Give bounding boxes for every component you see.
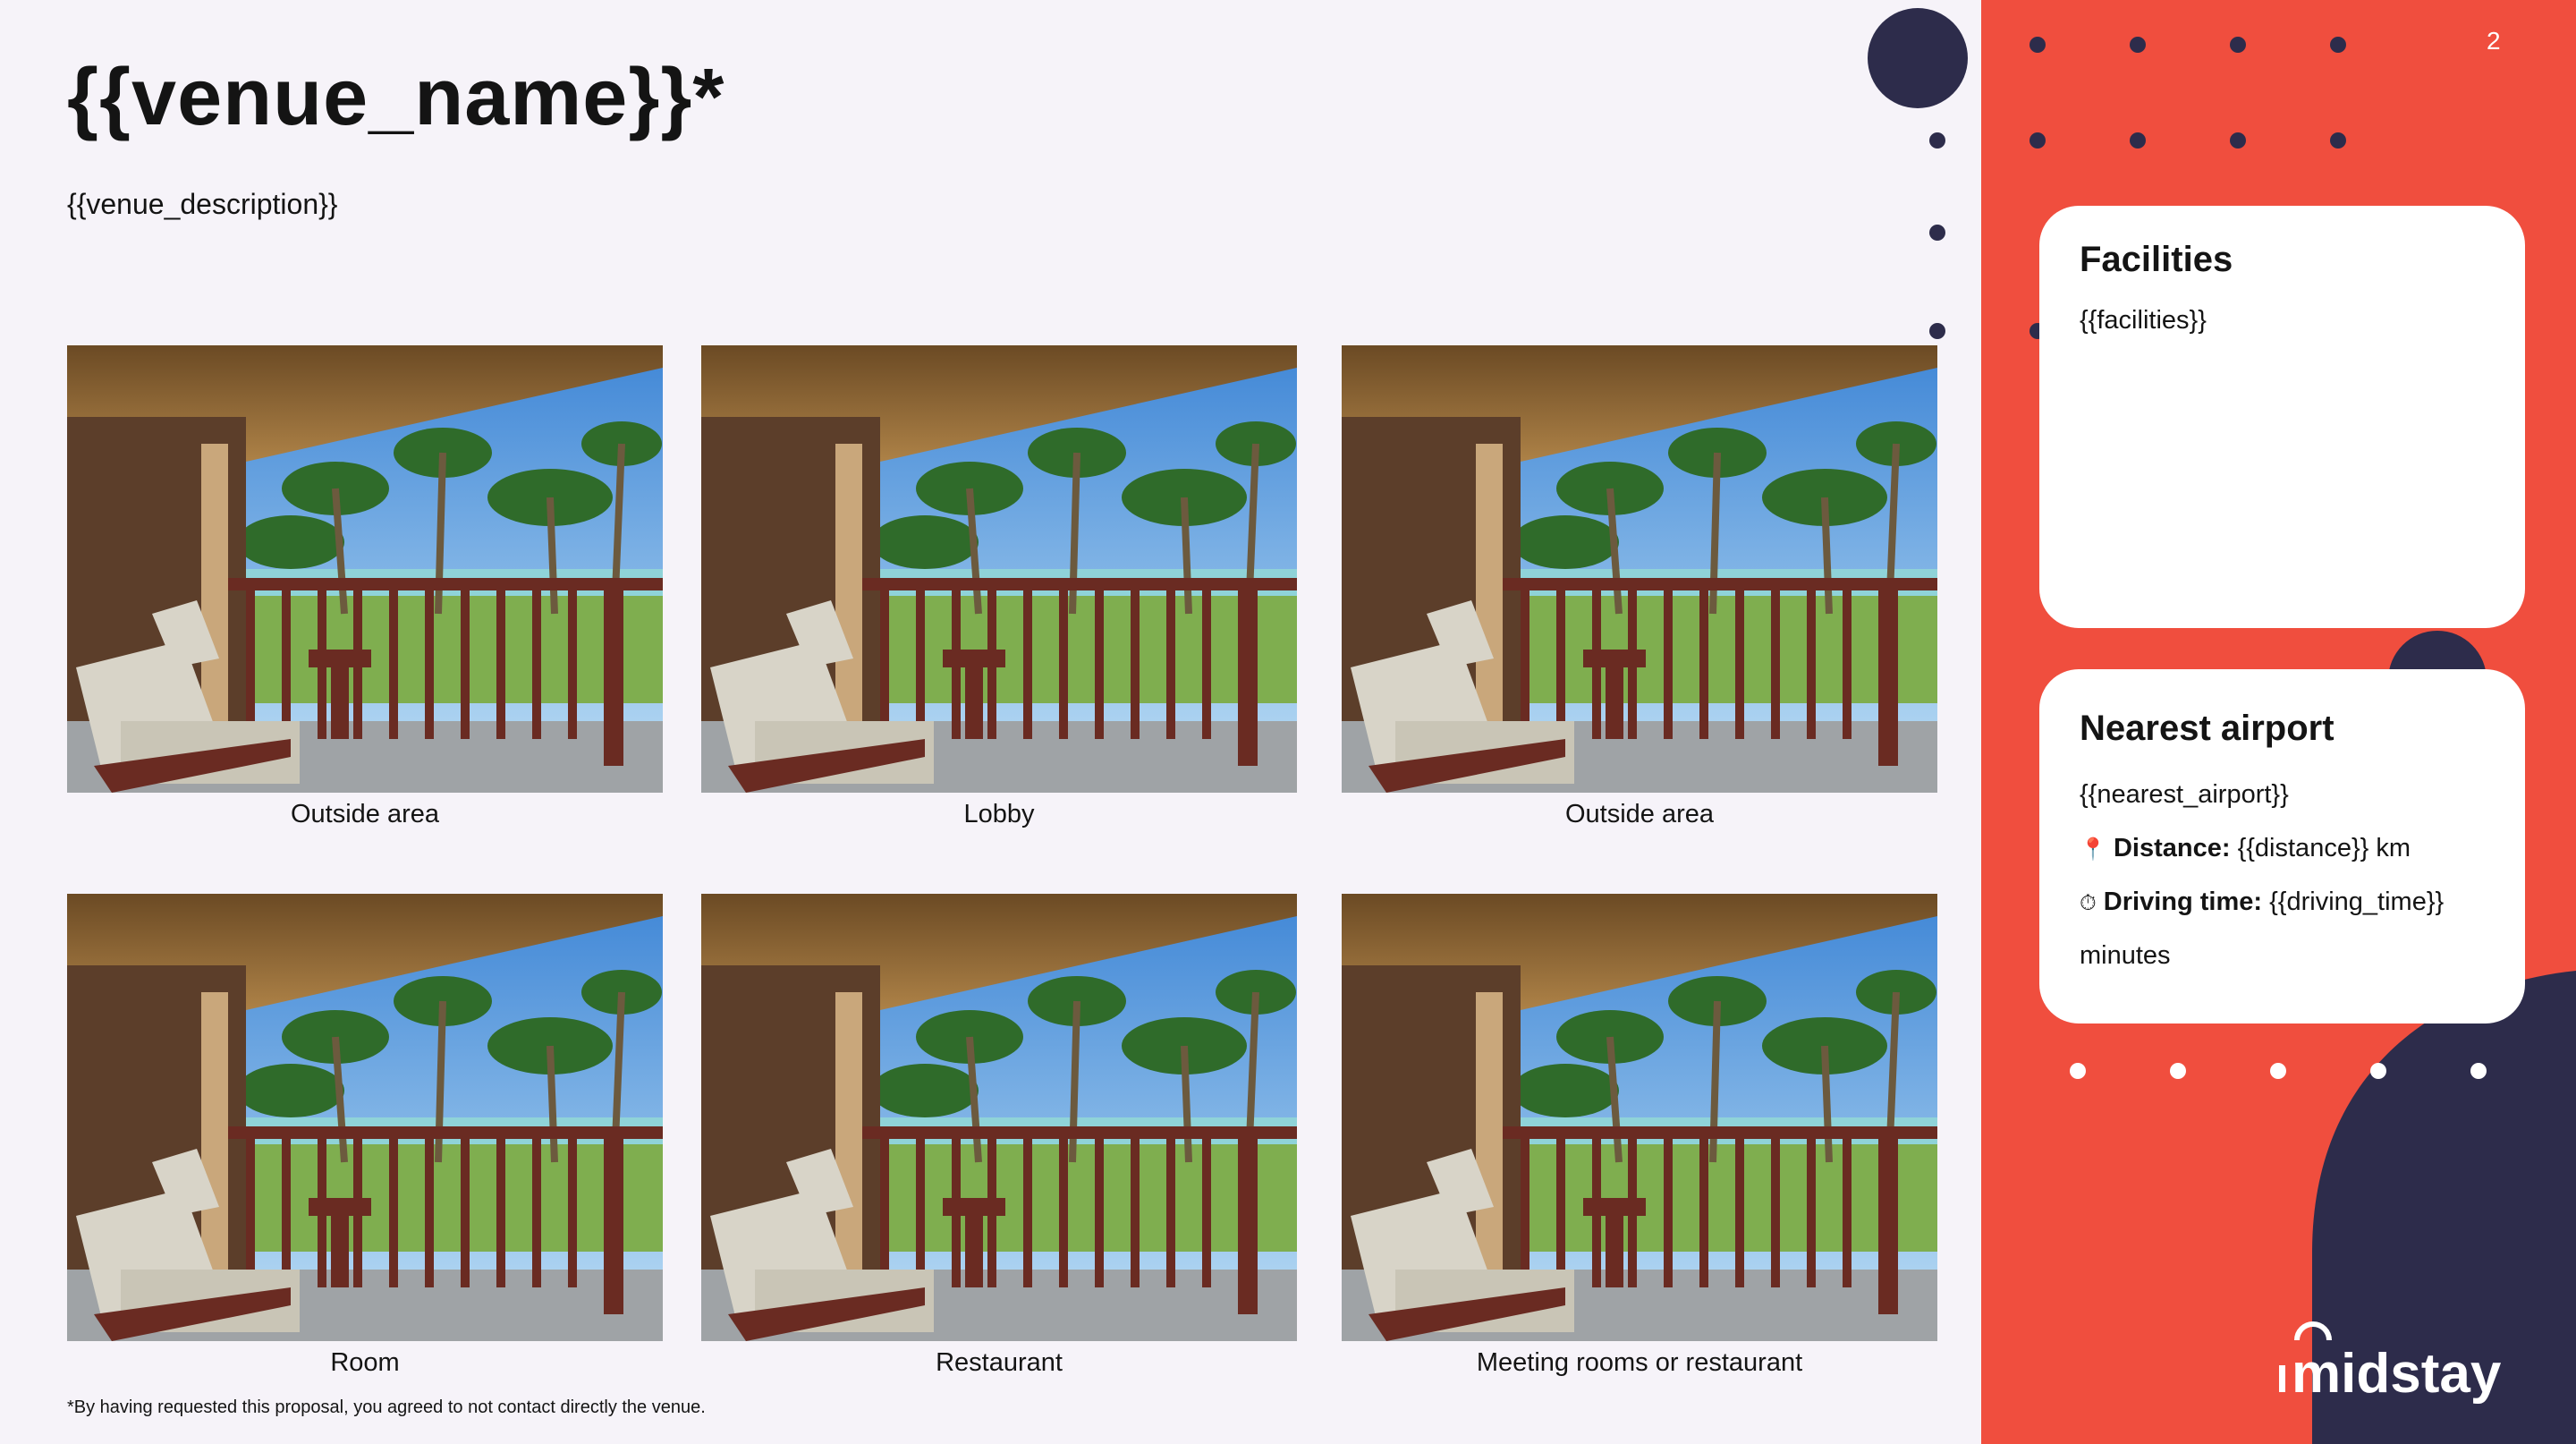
- decorative-circle: [1868, 8, 1968, 108]
- midstay-logo: midstay: [2279, 1313, 2525, 1412]
- proposal-page: {{venue_name}}* {{venue_description}} Ou…: [0, 0, 2576, 1444]
- driving-time-value: {{driving_time}}: [2269, 888, 2445, 916]
- gallery-photo-1: [67, 345, 663, 793]
- decorative-dot: [1929, 225, 1945, 241]
- gallery-caption-3: Outside area: [1564, 800, 1715, 828]
- facilities-title: Facilities: [2080, 240, 2233, 279]
- gallery-caption-5: Restaurant: [936, 1348, 1063, 1377]
- page-number: 2: [2487, 27, 2501, 55]
- nearest-airport-value: {{nearest_airport}}: [2080, 780, 2289, 809]
- location-pin-icon: 📍: [2080, 837, 2106, 862]
- gallery-photo-2: [701, 345, 1297, 793]
- distance-row: 📍 Distance: {{distance}} km: [2080, 834, 2411, 863]
- decorative-dot: [1929, 323, 1945, 339]
- driving-time-label: Driving time:: [2103, 888, 2263, 916]
- gallery-photo-3: [1342, 345, 1937, 793]
- venue-name-title: {{venue_name}}*: [67, 53, 725, 142]
- gallery-photo-6: [1342, 894, 1937, 1341]
- facilities-value: {{facilities}}: [2080, 306, 2207, 335]
- facilities-card: Facilities {{facilities}}: [2039, 206, 2525, 628]
- distance-label: Distance:: [2113, 834, 2231, 862]
- gallery-caption-4: Room: [330, 1348, 400, 1377]
- nearest-airport-title: Nearest airport: [2080, 709, 2334, 748]
- disclaimer-footnote: *By having requested this proposal, you …: [67, 1397, 706, 1417]
- venue-description: {{venue_description}}: [67, 188, 338, 220]
- decorative-dots-left: [1868, 8, 1968, 339]
- gallery-caption-6: Meeting rooms or restaurant: [1476, 1348, 1803, 1377]
- driving-time-unit: minutes: [2080, 941, 2171, 970]
- stopwatch-icon: ⏱: [2080, 891, 2097, 915]
- midstay-logo-mark: midstay: [2279, 1321, 2502, 1405]
- gallery-photo-5: [701, 894, 1297, 1341]
- decorative-dot: [1929, 132, 1945, 149]
- gallery-caption-2: Lobby: [963, 800, 1035, 828]
- gallery-photo-4: [67, 894, 663, 1341]
- distance-value: {{distance}} km: [2237, 834, 2411, 862]
- gallery-caption-1: Outside area: [290, 800, 440, 828]
- driving-time-row: ⏱ Driving time: {{driving_time}}: [2080, 888, 2444, 917]
- logo-text: midstay: [2292, 1343, 2502, 1405]
- nearest-airport-card: Nearest airport {{nearest_airport}} 📍 Di…: [2039, 669, 2525, 1024]
